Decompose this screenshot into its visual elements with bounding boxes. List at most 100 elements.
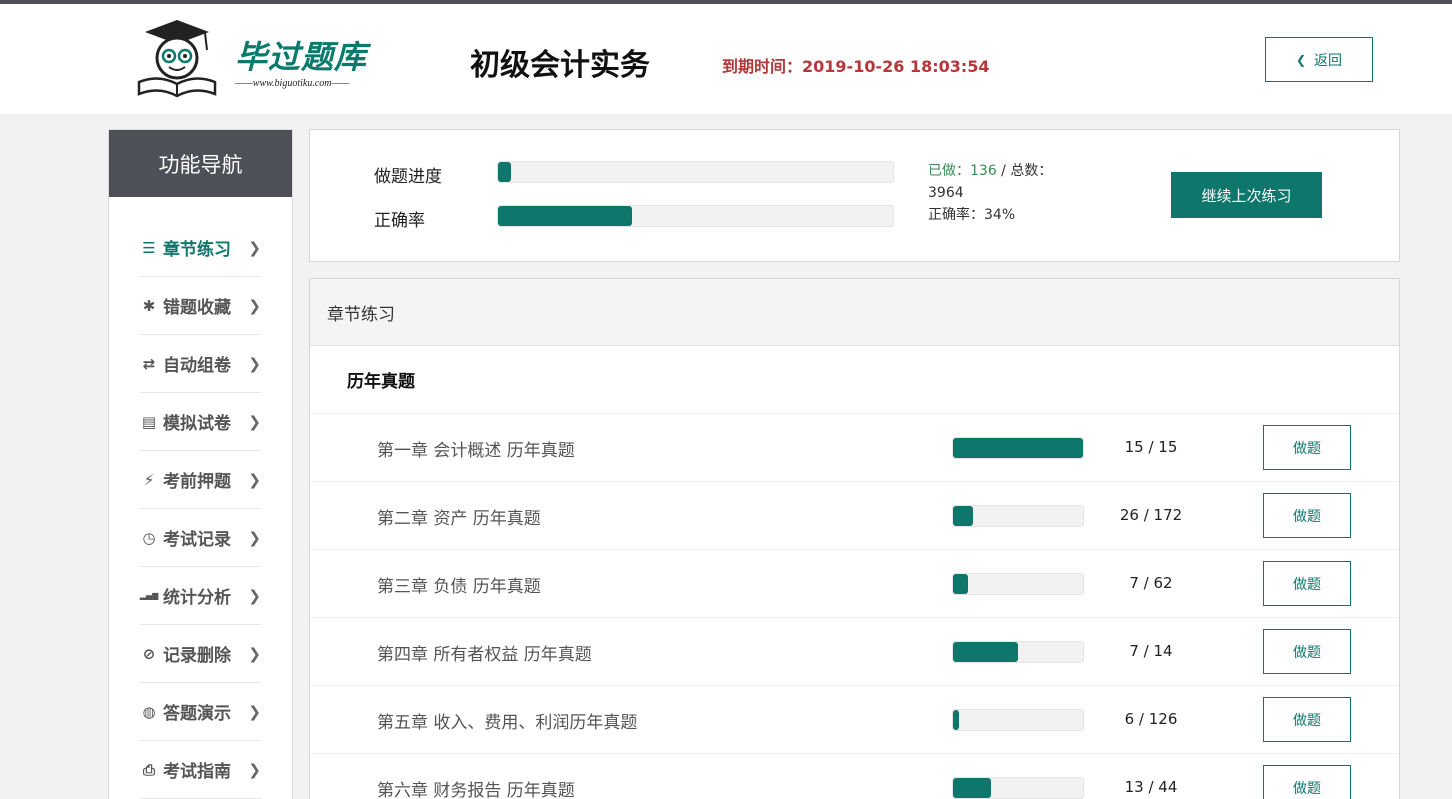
asterisk-icon: ✱: [142, 296, 156, 315]
progress-label: 做题进度: [374, 167, 442, 187]
sidebar-item-3[interactable]: ▤ 模拟试卷 ❯: [140, 393, 261, 451]
ban-icon: ⊘: [142, 644, 156, 663]
sidebar-item-1[interactable]: ✱ 错题收藏 ❯: [140, 277, 261, 335]
list-icon: ☰: [142, 238, 156, 257]
accuracy-bar: [497, 205, 894, 227]
chapter-rows: 第一章 会计概述 历年真题 15 / 15 做题第二章 资产 历年真题 26 / 17…: [310, 414, 1399, 799]
sidebar-item-label: 章节练习: [163, 240, 231, 260]
chapter-name: 第三章 负债 历年真题: [377, 577, 541, 597]
progress-stats: 已做：136 / 总数： 3964 正确率：34%: [928, 160, 1078, 226]
clock-icon: ◷: [142, 528, 156, 547]
chapter-name: 第一章 会计概述 历年真题: [377, 441, 575, 461]
chapter-count: 6 / 126: [1124, 710, 1178, 728]
continue-practice-button[interactable]: 继续上次练习: [1171, 172, 1322, 218]
total-value: 3964: [928, 185, 964, 201]
chapter-progress-bar: [952, 437, 1084, 459]
sidebar-item-label: 考试指南: [163, 762, 231, 782]
sidebar-item-label: 考前押题: [163, 472, 231, 492]
chapter-row: 第二章 资产 历年真题 26 / 172 做题: [310, 482, 1399, 550]
accuracy-bar-fill: [498, 206, 633, 226]
chapter-count: 7 / 14: [1129, 642, 1173, 660]
chevron-right-icon: ❯: [248, 470, 261, 489]
chevron-right-icon: ❯: [248, 412, 261, 431]
logo-mascot-icon: [137, 20, 217, 98]
sidebar-item-label: 统计分析: [163, 588, 231, 608]
chapter-progress-bar: [952, 709, 1084, 731]
site-logo[interactable]: 毕过题库 ——www.biguotiku.com——: [135, 18, 380, 98]
chevron-right-icon: ❯: [248, 760, 261, 779]
sidebar-item-2[interactable]: ⇄ 自动组卷 ❯: [140, 335, 261, 393]
chapter-row: 第三章 负债 历年真题 7 / 62 做题: [310, 550, 1399, 618]
chapter-progress-bar: [952, 505, 1084, 527]
do-questions-button[interactable]: 做题: [1263, 493, 1351, 538]
chevron-right-icon: ❯: [248, 528, 261, 547]
flash-icon: ⚡: [143, 470, 155, 489]
chevron-left-icon: ❮: [1295, 52, 1307, 67]
sidebar-item-label: 考试记录: [163, 530, 231, 550]
chapter-row: 第五章 收入、费用、利润历年真题 6 / 126 做题: [310, 686, 1399, 754]
sidebar-item-9[interactable]: ⎙ 考试指南 ❯: [140, 741, 261, 799]
chapter-progress-fill: [953, 506, 973, 526]
do-questions-button[interactable]: 做题: [1263, 629, 1351, 674]
globe-icon: ◍: [142, 702, 156, 721]
chevron-right-icon: ❯: [248, 354, 261, 373]
print-icon: ⎙: [142, 760, 155, 779]
accuracy-label: 正确率: [374, 211, 425, 231]
chapter-progress-bar: [952, 641, 1084, 663]
do-questions-button[interactable]: 做题: [1263, 561, 1351, 606]
chapter-name: 第六章 财务报告 历年真题: [377, 781, 575, 799]
expire-time: 到期时间：2019-10-26 18:03:54: [722, 53, 990, 77]
sidebar-title: 功能导航: [109, 130, 292, 197]
chapter-count: 7 / 62: [1129, 574, 1173, 592]
chapter-name: 第四章 所有者权益 历年真题: [377, 645, 592, 665]
chapter-list-panel: 章节练习 历年真题 第一章 会计概述 历年真题 15 / 15 做题 第二章 资产 历…: [309, 278, 1400, 799]
chapter-progress-fill: [953, 778, 992, 798]
chapter-count: 26 / 172: [1119, 506, 1183, 524]
page-title: 初级会计实务: [470, 48, 650, 83]
chapter-progress-bar: [952, 777, 1084, 799]
logo-title: 毕过题库: [235, 38, 368, 76]
expire-label: 到期时间：: [722, 57, 803, 76]
progress-bar: [497, 161, 894, 183]
chapter-progress-bar: [952, 573, 1084, 595]
logo-url: ——www.biguotiku.com——: [235, 78, 350, 89]
sidebar: 功能导航 ☰ 章节练习 ❯ ✱ 错题收藏 ❯ ⇄ 自动组卷 ❯ ▤ 模拟试卷 ❯ ⚡ 考前押题 ❯ ◷ 考试记录…: [108, 129, 293, 799]
chapter-progress-fill: [953, 438, 1083, 458]
progress-panel: 做题进度 正确率 已做：136 / 总数： 3964 正确率：34% 继续上次练习: [309, 129, 1400, 262]
section-title: 历年真题: [310, 346, 1399, 414]
do-questions-button[interactable]: 做题: [1263, 425, 1351, 470]
retweet-icon: ⇄: [142, 354, 156, 373]
expire-value: 2019-10-26 18:03:54: [802, 57, 990, 76]
chapter-row: 第四章 所有者权益 历年真题 7 / 14 做题: [310, 618, 1399, 686]
done-total-text: 已做：136 / 总数： 3964: [928, 160, 1078, 204]
sidebar-item-7[interactable]: ⊘ 记录删除 ❯: [140, 625, 261, 683]
chapter-progress-fill: [953, 642, 1018, 662]
sidebar-item-0[interactable]: ☰ 章节练习 ❯: [140, 219, 261, 277]
chevron-right-icon: ❯: [248, 644, 261, 663]
chapter-name: 第五章 收入、费用、利润历年真题: [377, 713, 638, 733]
done-label: 已做：: [928, 163, 970, 179]
chapter-name: 第二章 资产 历年真题: [377, 509, 541, 529]
back-button[interactable]: ❮ 返回: [1265, 37, 1373, 82]
sidebar-item-8[interactable]: ◍ 答题演示 ❯: [140, 683, 261, 741]
sidebar-item-6[interactable]: ▂▄▆ 统计分析 ❯: [140, 567, 261, 625]
progress-bar-fill: [498, 162, 512, 182]
sidebar-item-5[interactable]: ◷ 考试记录 ❯: [140, 509, 261, 567]
chapter-count: 13 / 44: [1124, 778, 1178, 796]
do-questions-button[interactable]: 做题: [1263, 765, 1351, 799]
list-alt-icon: ▤: [141, 412, 157, 431]
sidebar-item-label: 模拟试卷: [163, 414, 231, 434]
sidebar-item-label: 错题收藏: [163, 298, 231, 318]
total-label: / 总数：: [996, 163, 1053, 179]
sidebar-item-4[interactable]: ⚡ 考前押题 ❯: [140, 451, 261, 509]
sidebar-item-label: 自动组卷: [163, 356, 231, 376]
do-questions-button[interactable]: 做题: [1263, 697, 1351, 742]
chevron-right-icon: ❯: [248, 296, 261, 315]
header: 毕过题库 ——www.biguotiku.com—— 初级会计实务 到期时间：2…: [0, 4, 1452, 114]
done-value: 136: [970, 163, 997, 179]
chevron-right-icon: ❯: [248, 702, 261, 721]
sidebar-item-label: 答题演示: [163, 704, 231, 724]
accuracy-text: 正确率：34%: [928, 207, 1016, 223]
back-button-label: 返回: [1314, 52, 1343, 69]
chapter-row: 第一章 会计概述 历年真题 15 / 15 做题: [310, 414, 1399, 482]
